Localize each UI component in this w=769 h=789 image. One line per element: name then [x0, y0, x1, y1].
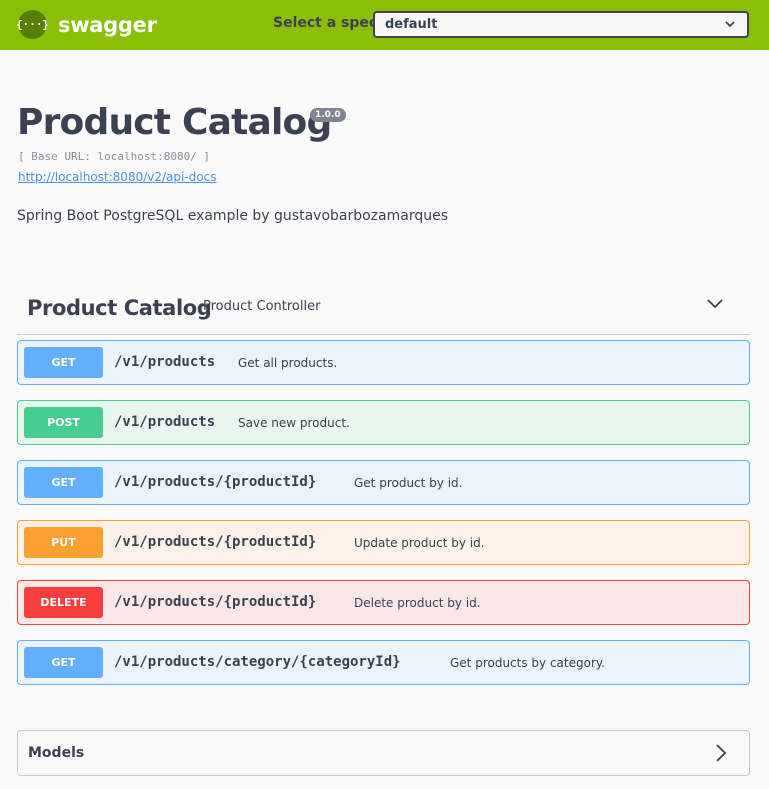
swagger-logo-icon: {···} [16, 10, 49, 39]
operation-path: /v1/products/{productId} [114, 474, 317, 490]
operation-summary: Delete product by id. [354, 596, 481, 610]
operation-summary: Update product by id. [354, 536, 485, 550]
chevron-right-icon[interactable] [715, 743, 727, 763]
version-badge: 1.0.0 [310, 108, 346, 122]
api-title: Product Catalog [17, 102, 332, 143]
operation-summary: Get all products. [238, 356, 338, 370]
method-badge: POST [24, 407, 103, 438]
operation-path: /v1/products/category/{categoryId} [114, 654, 401, 670]
operation-get-products[interactable]: GET /v1/products Get all products. [17, 340, 750, 385]
operation-summary: Save new product. [238, 416, 350, 430]
operation-put-product[interactable]: PUT /v1/products/{productId} Update prod… [17, 520, 750, 565]
method-badge: DELETE [24, 587, 103, 618]
tag-name: Product Catalog [27, 296, 212, 320]
operation-get-products-by-category[interactable]: GET /v1/products/category/{categoryId} G… [17, 640, 750, 685]
api-description: Spring Boot PostgreSQL example by gustav… [17, 208, 448, 224]
operation-delete-product[interactable]: DELETE /v1/products/{productId} Delete p… [17, 580, 750, 625]
api-docs-link[interactable]: http://localhost:8080/v2/api-docs [18, 170, 216, 184]
spec-select[interactable]: default [373, 11, 749, 38]
tag-header-product-catalog[interactable]: Product Catalog Product Controller [17, 286, 750, 335]
method-badge: GET [24, 647, 103, 678]
operation-path: /v1/products/{productId} [114, 594, 317, 610]
models-section[interactable]: Models [17, 730, 750, 776]
operation-summary: Get products by category. [450, 656, 606, 670]
models-label: Models [28, 745, 85, 761]
operation-post-products[interactable]: POST /v1/products Save new product. [17, 400, 750, 445]
chevron-down-icon [725, 21, 735, 28]
operation-summary: Get product by id. [354, 476, 463, 490]
operation-get-product-by-id[interactable]: GET /v1/products/{productId} Get product… [17, 460, 750, 505]
operation-path: /v1/products [114, 354, 216, 370]
spec-select-value: default [385, 17, 438, 32]
topbar: {···} swagger Select a spec default [0, 0, 769, 50]
operation-path: /v1/products [114, 414, 216, 430]
method-badge: GET [24, 467, 103, 498]
select-spec-label: Select a spec [273, 15, 378, 31]
swagger-logo-text: swagger [58, 12, 157, 37]
operation-path: /v1/products/{productId} [114, 534, 317, 550]
swagger-logo[interactable]: {···} swagger [16, 10, 157, 39]
base-url: [ Base URL: localhost:8080/ ] [18, 150, 211, 163]
chevron-down-icon[interactable] [706, 298, 724, 310]
method-badge: PUT [24, 527, 103, 558]
method-badge: GET [24, 347, 103, 378]
tag-description: Product Controller [203, 299, 321, 314]
